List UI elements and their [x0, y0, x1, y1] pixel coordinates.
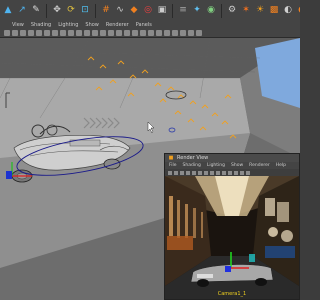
rv-menu-show[interactable]: Show	[231, 163, 243, 168]
rv-tool-icon[interactable]	[204, 170, 208, 175]
snap-surface-icon[interactable]: ▣	[156, 5, 168, 17]
shelf-separator	[95, 3, 96, 18]
ipr-render-icon[interactable]: ◉	[205, 5, 217, 17]
rv-menu-shading[interactable]: Shading	[183, 163, 201, 168]
select-tool-icon[interactable]: ▲	[2, 5, 14, 17]
use-all-lights-icon[interactable]	[132, 30, 138, 36]
rv-tool-icon[interactable]	[228, 170, 232, 175]
menu-renderer[interactable]: Renderer	[106, 22, 129, 28]
menu-view[interactable]: View	[12, 22, 24, 28]
rv-tool-icon[interactable]	[186, 170, 190, 175]
rv-tool-icon[interactable]	[210, 170, 214, 175]
snap-grid-icon[interactable]: #	[100, 5, 112, 17]
image-plane-icon[interactable]	[28, 30, 34, 36]
motion-blur-icon[interactable]	[180, 30, 186, 36]
gate-mask-icon[interactable]	[60, 30, 66, 36]
safe-action-icon[interactable]	[76, 30, 82, 36]
move-tool-icon[interactable]: ✥	[51, 5, 63, 17]
render-view-titlebar[interactable]: ■ Render View	[165, 154, 299, 162]
shadows-icon[interactable]	[140, 30, 146, 36]
camera-select-icon[interactable]	[4, 30, 10, 36]
camera-icon[interactable]: ▩	[268, 5, 280, 17]
render-icon[interactable]: ✦	[191, 5, 203, 17]
scale-tool-icon[interactable]: ⊡	[79, 5, 91, 17]
rv-menu-renderer[interactable]: Renderer	[249, 163, 270, 168]
lasso-tool-icon[interactable]: ↗	[16, 5, 28, 17]
textured-icon[interactable]	[124, 30, 130, 36]
render-view-panel: ■ Render View File Shading Lighting Show…	[164, 153, 300, 300]
snap-point-icon[interactable]: ◆	[128, 5, 140, 17]
depth-of-field-icon[interactable]	[196, 30, 202, 36]
material-icon[interactable]: ◐	[282, 5, 294, 17]
rv-tool-icon[interactable]	[234, 170, 238, 175]
menu-shading[interactable]: Shading	[31, 22, 51, 28]
bookmark-icon[interactable]	[20, 30, 26, 36]
rv-tool-icon[interactable]	[198, 170, 202, 175]
grid-toggle-icon[interactable]	[36, 30, 42, 36]
menu-panels[interactable]: Panels	[136, 22, 152, 28]
xray-icon[interactable]	[148, 30, 154, 36]
rv-tool-icon[interactable]	[216, 170, 220, 175]
rv-menu-lighting[interactable]: Lighting	[207, 163, 225, 168]
viewport-toolbar	[0, 29, 300, 38]
rv-menu-help[interactable]: Help	[276, 163, 286, 168]
camera-attr-icon[interactable]	[12, 30, 18, 36]
render-view-title: Render View	[177, 155, 209, 161]
rv-menu-file[interactable]: File	[169, 163, 177, 168]
film-gate-icon[interactable]	[44, 30, 50, 36]
render-settings-icon[interactable]: ⚙	[226, 5, 238, 17]
snap-view-icon[interactable]: ◎	[142, 5, 154, 17]
rv-tool-icon[interactable]	[222, 170, 226, 175]
light-icon[interactable]: ☀	[254, 5, 266, 17]
rendered-street-scene	[165, 176, 299, 299]
shelf-separator	[46, 3, 47, 18]
rv-tool-icon[interactable]	[240, 170, 244, 175]
render-view-icon: ■	[168, 154, 174, 161]
rv-tool-icon[interactable]	[168, 170, 172, 175]
ambient-occlusion-icon[interactable]	[172, 30, 178, 36]
wireframe-icon[interactable]	[92, 30, 98, 36]
smooth-shade-icon[interactable]	[100, 30, 106, 36]
main-shelf: ▲ ↗ ✎ ✥ ⟳ ⊡ # ∿ ◆ ◎ ▣ ≡ ✦ ◉ ⚙ ✶ ☀ ▩ ◐ ● …	[0, 0, 300, 21]
resolution-gate-icon[interactable]	[52, 30, 58, 36]
snap-curve-icon[interactable]: ∿	[114, 5, 126, 17]
history-icon[interactable]: ≡	[177, 5, 189, 17]
hypershade-icon[interactable]: ✶	[240, 5, 252, 17]
safe-title-icon[interactable]	[84, 30, 90, 36]
menu-lighting[interactable]: Lighting	[58, 22, 78, 28]
camera-label: Camera1_1	[217, 291, 247, 297]
sphere-icon[interactable]: ●	[296, 5, 300, 17]
xray-joints-icon[interactable]	[156, 30, 162, 36]
rotate-tool-icon[interactable]: ⟳	[65, 5, 77, 17]
anti-aliasing-icon[interactable]	[188, 30, 194, 36]
render-view-image[interactable]: Camera1_1	[165, 176, 299, 299]
field-chart-icon[interactable]	[68, 30, 74, 36]
rv-tool-icon[interactable]	[192, 170, 196, 175]
rv-tool-icon[interactable]	[180, 170, 184, 175]
shelf-separator	[221, 3, 222, 18]
paint-select-icon[interactable]: ✎	[30, 5, 42, 17]
rv-tool-icon[interactable]	[174, 170, 178, 175]
rv-tool-icon[interactable]	[246, 170, 250, 175]
render-view-menu: File Shading Lighting Show Renderer Help	[165, 162, 299, 169]
isolate-select-icon[interactable]	[164, 30, 170, 36]
viewport-menu-bar: View Shading Lighting Show Renderer Pane…	[0, 21, 300, 29]
wireframe-on-shaded-icon[interactable]	[116, 30, 122, 36]
menu-show[interactable]: Show	[85, 22, 99, 28]
use-default-material-icon[interactable]	[108, 30, 114, 36]
shelf-separator	[172, 3, 173, 18]
